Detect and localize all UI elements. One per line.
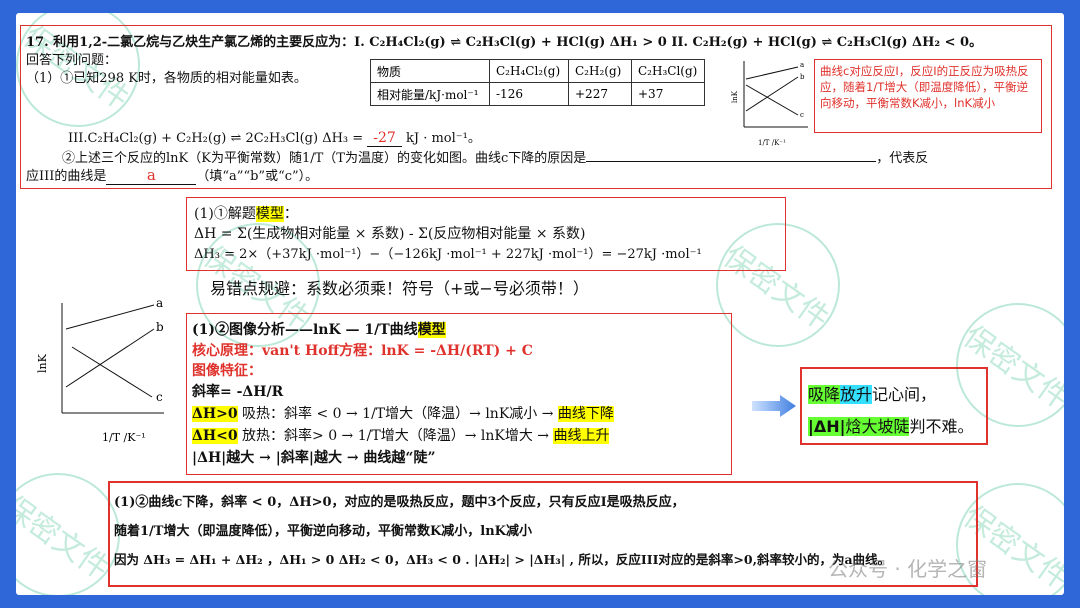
curve-c [71, 346, 153, 398]
analysis-title-highlight: 模型 [417, 322, 446, 338]
question-line-1: 17. 利用1,2-二氯乙烷与乙炔生产氯乙烯的主要反应为：I. C₂H₄Cl₂(… [26, 35, 983, 50]
analysis-title: (1)②图像分析——lnK — 1/T曲线模型 [192, 319, 446, 339]
curve-label: a [156, 296, 163, 310]
question-lnk-graph: a b c lnK 1/T /K⁻¹ [731, 61, 808, 147]
curve-down: 曲线下降 [557, 406, 614, 422]
y-label: lnK [36, 353, 49, 373]
reaction-3: III.C₂H₄Cl₂(g) + C₂H₂(g) ⇌ 2C₂H₃Cl(g) ΔH… [68, 127, 481, 147]
y-label: lnK [731, 90, 739, 103]
curve-label: b [156, 320, 164, 334]
question-line-5: ②上述三个反应的lnK（K为平衡常数）随1/T（T为温度）的变化如图。曲线c下降… [62, 147, 928, 166]
mnemonic-exo: 放升 [840, 385, 873, 404]
analysis-features: 图像特征： [192, 363, 262, 379]
model-formula: ΔH = Σ(生成物相对能量 × 系数) - Σ(反应物相对能量 × 系数) [194, 226, 586, 242]
table-cell: +227 [568, 82, 632, 106]
analysis-title-prefix: (1)②图像分析——lnK — 1/T曲线 [192, 322, 418, 338]
reaction-3-text: III.C₂H₄Cl₂(g) + C₂H₂(g) ⇌ 2C₂H₃Cl(g) ΔH… [68, 131, 364, 146]
curve-a [65, 304, 155, 330]
answer-line-2: 随着1/T增大（即温度降低），平衡逆向移动，平衡常数K减小，lnK减小 [114, 524, 532, 539]
question-line-2: 回答下列问题： [26, 53, 118, 68]
table-cell: +37 [631, 82, 705, 106]
answer-line-1: (1)②曲线c下降，斜率 < 0，ΔH>0，对应的是吸热反应，题中3个反应，只有… [114, 495, 685, 510]
answer-dh3: -27 [367, 130, 402, 147]
mnemonic-endo: 吸降 [808, 385, 841, 404]
analysis-principle: 核心原理：van't Hoff方程：lnK = -ΔH/(RT) + C [192, 343, 533, 359]
mnemonic-rest-1: 记心间， [872, 385, 937, 404]
mnemonic-rest-2: 判不难。 [909, 417, 974, 436]
side-note: 曲线c对应反应I，反应I的正反应为吸热反应，随着1/T增大（即温度降低），平衡逆… [820, 64, 1029, 110]
analysis-row-steep: |ΔH|越大 → |斜率|越大 → 曲线越“陡” [192, 450, 436, 466]
curve-up: 曲线上升 [553, 428, 610, 444]
model-calc: ΔH₃ = 2×（+37kJ ·mol⁻¹）−（−126kJ ·mol⁻¹ + … [194, 247, 702, 262]
mnemonic-line-1: 吸降放升记心间， [808, 381, 936, 405]
question-line-3: （1）①已知298 K时，各物质的相对能量如表。 [26, 71, 307, 86]
mnemonic-line-2: |ΔH|焓大坡陡判不难。 [808, 413, 974, 437]
curve-b [65, 328, 155, 388]
table-cell: -126 [489, 82, 569, 106]
lnk-graph: a b c lnK 1/T /K⁻¹ [36, 296, 164, 444]
x-label: 1/T /K⁻¹ [758, 139, 786, 147]
table-row-label: 相对能量/kJ·mol⁻¹ [370, 82, 490, 106]
line5-text: ②上述三个反应的lnK（K为平衡常数）随1/T（T为温度）的变化如图。曲线c下降… [62, 151, 587, 166]
source-watermark: 公众号 · 化学之窗 [828, 557, 988, 581]
energy-table: 物质 C₂H₄Cl₂(g) C₂H₂(g) C₂H₃Cl(g) 相对能量/kJ·… [370, 59, 705, 106]
line6-tail: （填“a”“b”或“c”）。 [196, 169, 319, 184]
model-title-suffix: ： [283, 206, 298, 222]
mnemonic-abs-dh: |ΔH| [808, 417, 846, 436]
unit-text: kJ · mol⁻¹。 [405, 131, 481, 146]
row2-text: 放热：斜率> 0 → 1/T增大（降温）→ lnK增大 → [237, 428, 554, 444]
analysis-slope: 斜率= -ΔH/R [192, 384, 284, 400]
curve-label: c [156, 390, 163, 404]
answer-blank-reason[interactable] [586, 161, 877, 162]
analysis-row-exothermic: ΔH<0 放热：斜率> 0 → 1/T增大（降温）→ lnK增大 → 曲线上升 [192, 425, 610, 445]
model-title: (1)①解题模型： [194, 203, 298, 223]
tip-text: 易错点规避：系数必须乘！符号（+或−号必须带！） [210, 279, 589, 298]
curve-label: c [800, 111, 804, 119]
line5-tail: ，代表反 [876, 151, 929, 166]
table-row: 相对能量/kJ·mol⁻¹ -126 +227 +37 [370, 82, 705, 106]
analysis-row-endothermic: ΔH>0 吸热：斜率 < 0 → 1/T增大（降温）→ lnK减小 → 曲线下降 [192, 403, 614, 423]
mnemonic-steep: 焓大坡陡 [845, 417, 910, 436]
arrow-right-icon [752, 395, 796, 417]
curve-a [745, 66, 799, 80]
model-title-highlight: 模型 [255, 206, 284, 222]
slide: 保密文件 保密文件 保密文件 保密文件 保密文件 保密文件 17. 利用1,2-… [16, 13, 1064, 595]
dh-negative: ΔH<0 [192, 428, 238, 444]
table-row: 物质 C₂H₄Cl₂(g) C₂H₂(g) C₂H₃Cl(g) [370, 59, 705, 83]
question-line-6: 应III的曲线是 a （填“a”“b”或“c”）。 [26, 165, 318, 185]
line6-text: 应III的曲线是 [26, 169, 107, 184]
x-label: 1/T /K⁻¹ [102, 431, 146, 444]
dh-positive: ΔH>0 [192, 406, 238, 422]
table-header-cell: 物质 [370, 59, 490, 83]
curve-label: a [800, 61, 804, 69]
curve-c [745, 84, 799, 116]
table-header-cell: C₂H₂(g) [568, 59, 632, 83]
answer-line-3: 因为 ΔH₃ = ΔH₁ + ΔH₂ ，ΔH₁ > 0 ΔH₂ < 0，ΔH₃ … [114, 552, 891, 567]
curve-label: b [800, 73, 805, 81]
model-title-prefix: (1)①解题 [194, 206, 256, 222]
table-header-cell: C₂H₃Cl(g) [631, 59, 705, 83]
curve-b [745, 76, 799, 112]
table-header-cell: C₂H₄Cl₂(g) [489, 59, 569, 83]
row1-text: 吸热：斜率 < 0 → 1/T增大（降温）→ lnK减小 → [237, 406, 558, 422]
answer-curve: a [106, 166, 197, 185]
